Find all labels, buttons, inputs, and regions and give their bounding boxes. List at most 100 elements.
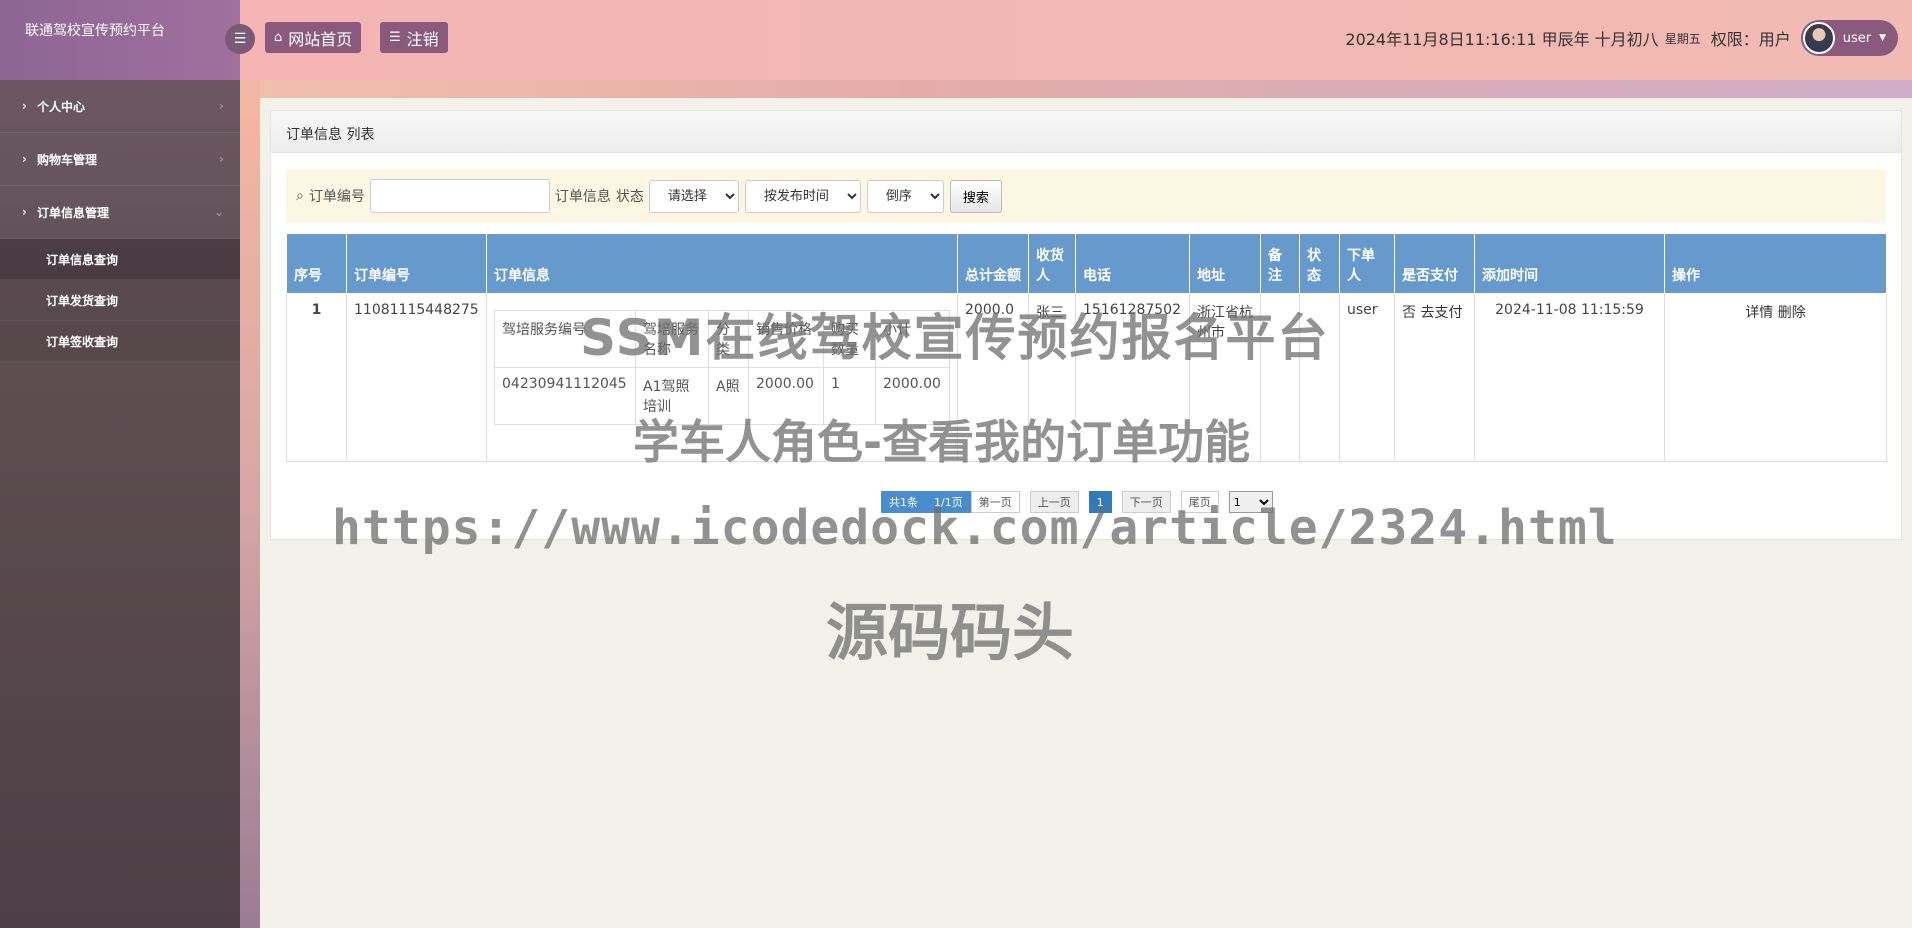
- last-page-button[interactable]: 尾页: [1180, 491, 1219, 513]
- home-button[interactable]: ⌂ 网站首页: [265, 22, 362, 53]
- sidebar: 联通驾校宣传预约平台 › 个人中心 › › 购物车管理 › › 订单信息管理 ⌄…: [0, 0, 240, 928]
- items-col-price: 销售价格: [748, 310, 824, 368]
- order-list-panel: 订单信息 列表 ⌕ 订单编号 订单信息 状态 请选择 按发布时间 倒序 搜索 序…: [270, 110, 1902, 540]
- col-address: 地址: [1189, 233, 1261, 294]
- delete-link[interactable]: 删除: [1778, 305, 1806, 321]
- cell-address: 浙江省杭州市: [1189, 293, 1261, 462]
- col-remark: 备注: [1260, 233, 1300, 294]
- permission-text: 权限：用户: [1710, 30, 1791, 49]
- items-col-qty: 购买数量: [823, 310, 876, 368]
- col-index: 序号: [286, 233, 347, 294]
- order-table: 序号 订单编号 订单信息 总计金额 收货人 电话 地址 备注 状态 下单人 是否…: [286, 233, 1887, 462]
- weekday-text: 星期五: [1664, 31, 1701, 46]
- detail-link[interactable]: 详情: [1745, 305, 1773, 321]
- col-status: 状态: [1299, 233, 1340, 294]
- col-order-no: 订单编号: [346, 233, 487, 294]
- datetime-text: 2024年11月8日11:16:11 甲辰年 十月初八: [1345, 30, 1659, 49]
- avatar: [1802, 22, 1835, 54]
- col-orderer: 下单人: [1339, 233, 1395, 294]
- sidebar-subitem-order-query[interactable]: 订单信息查询: [0, 239, 240, 280]
- order-no-input[interactable]: [369, 179, 550, 213]
- topbar-gradient-band: [240, 80, 1912, 98]
- item-name: A1驾照培训: [635, 367, 709, 425]
- order-info-label: 订单信息: [554, 189, 611, 205]
- home-button-label: 网站首页: [288, 29, 353, 49]
- col-paid: 是否支付: [1394, 233, 1475, 294]
- table-row: 1 11081115448275 驾培服务编号 驾培服务名称 分类 销售价格 购…: [286, 293, 1887, 462]
- item-subtotal: 2000.00: [875, 367, 950, 425]
- watermark-brand: 源码码头: [826, 596, 1075, 669]
- item-category: A照: [708, 367, 749, 425]
- cell-created: 2024-11-08 11:15:59: [1474, 293, 1665, 462]
- logout-button-label: 注销: [406, 29, 439, 49]
- sidebar-subitem-receipt-query[interactable]: 订单签收查询: [0, 321, 240, 362]
- brand-title: 联通驾校宣传预约平台: [0, 0, 240, 80]
- pagination-summary: 共1条: [881, 491, 926, 513]
- sort-order-select[interactable]: 倒序: [866, 179, 944, 213]
- items-col-code: 驾培服务编号: [494, 310, 636, 368]
- status-label: 状态: [615, 189, 644, 205]
- sidebar-item-label: 订单信息管理: [36, 205, 109, 220]
- sidebar-item-cart-management[interactable]: › 购物车管理 ›: [0, 133, 240, 186]
- username-text: user: [1842, 30, 1872, 46]
- search-bar: ⌕ 订单编号 订单信息 状态 请选择 按发布时间 倒序 搜索: [286, 169, 1886, 223]
- top-info: 2024年11月8日11:16:11 甲辰年 十月初八 星期五 权限：用户 us…: [1345, 20, 1898, 56]
- prev-page-button[interactable]: 上一页: [1029, 491, 1079, 513]
- col-actions: 操作: [1664, 233, 1887, 294]
- cell-total: 2000.0: [957, 293, 1029, 462]
- panel-title: 订单信息 列表: [271, 111, 1901, 153]
- items-row: 04230941112045 A1驾照培训 A照 2000.00 1 2000.…: [494, 367, 950, 425]
- items-col-subtotal: 小计: [875, 310, 950, 368]
- item-price: 2000.00: [748, 367, 824, 425]
- sidebar-item-order-management[interactable]: › 订单信息管理 ⌄: [0, 186, 240, 239]
- menu-toggle-button[interactable]: ☰: [225, 24, 255, 54]
- sidebar-subitem-shipping-query[interactable]: 订单发货查询: [0, 280, 240, 321]
- first-page-button[interactable]: 第一页: [970, 491, 1020, 513]
- status-select[interactable]: 请选择: [648, 179, 739, 213]
- order-no-label: 订单编号: [308, 189, 365, 205]
- next-page-button[interactable]: 下一页: [1121, 491, 1171, 513]
- item-code: 04230941112045: [494, 367, 636, 425]
- chevron-right-icon: ›: [22, 205, 27, 219]
- cell-actions: 详情 删除: [1664, 293, 1887, 462]
- paid-status: 否: [1402, 305, 1416, 321]
- col-created: 添加时间: [1474, 233, 1665, 294]
- page-1-button[interactable]: 1: [1088, 491, 1112, 513]
- hamburger-icon: ☰: [233, 31, 247, 47]
- pagination-pages: 1/1页: [926, 491, 971, 513]
- items-header-row: 驾培服务编号 驾培服务名称 分类 销售价格 购买数量 小计: [494, 310, 950, 368]
- chevron-right-icon: ›: [22, 152, 27, 166]
- cell-phone: 15161287502: [1075, 293, 1190, 462]
- cell-order-info: 驾培服务编号 驾培服务名称 分类 销售价格 购买数量 小计 0423094111…: [486, 293, 958, 462]
- items-col-name: 驾培服务名称: [635, 310, 709, 368]
- list-icon: ☰: [389, 30, 401, 45]
- col-receiver: 收货人: [1028, 233, 1076, 294]
- logout-button[interactable]: ☰ 注销: [380, 22, 448, 53]
- chevron-right-icon: ›: [219, 99, 224, 113]
- chevron-down-icon: ⌄: [213, 205, 224, 219]
- sort-field-select[interactable]: 按发布时间: [744, 179, 861, 213]
- chevron-right-icon: ›: [219, 152, 224, 166]
- sidebar-item-personal-center[interactable]: › 个人中心 ›: [0, 80, 240, 133]
- search-button[interactable]: 搜索: [949, 179, 1002, 213]
- col-order-info: 订单信息: [486, 233, 958, 294]
- search-icon: ⌕: [296, 188, 304, 204]
- order-submenu: 订单信息查询 订单发货查询 订单签收查询: [0, 239, 240, 362]
- page-select[interactable]: 1: [1228, 491, 1273, 513]
- caret-down-icon: ▼: [1879, 33, 1886, 43]
- cell-index: 1: [286, 293, 347, 462]
- cell-receiver: 张三: [1028, 293, 1076, 462]
- cell-remark: [1260, 293, 1300, 462]
- user-menu[interactable]: user ▼: [1800, 20, 1898, 56]
- content-left-strip: [240, 80, 260, 928]
- item-qty: 1: [823, 367, 876, 425]
- pagination: 共1条 1/1页 第一页 上一页 1 下一页 尾页 1: [881, 491, 1273, 513]
- cell-paid: 否 去支付: [1394, 293, 1475, 462]
- sidebar-item-label: 个人中心: [36, 99, 85, 114]
- cell-status: [1299, 293, 1340, 462]
- items-col-category: 分类: [708, 310, 749, 368]
- col-total: 总计金额: [957, 233, 1029, 294]
- cell-order-no: 11081115448275: [346, 293, 487, 462]
- order-items-table: 驾培服务编号 驾培服务名称 分类 销售价格 购买数量 小计 0423094111…: [494, 310, 950, 425]
- pay-link[interactable]: 去支付: [1420, 305, 1462, 321]
